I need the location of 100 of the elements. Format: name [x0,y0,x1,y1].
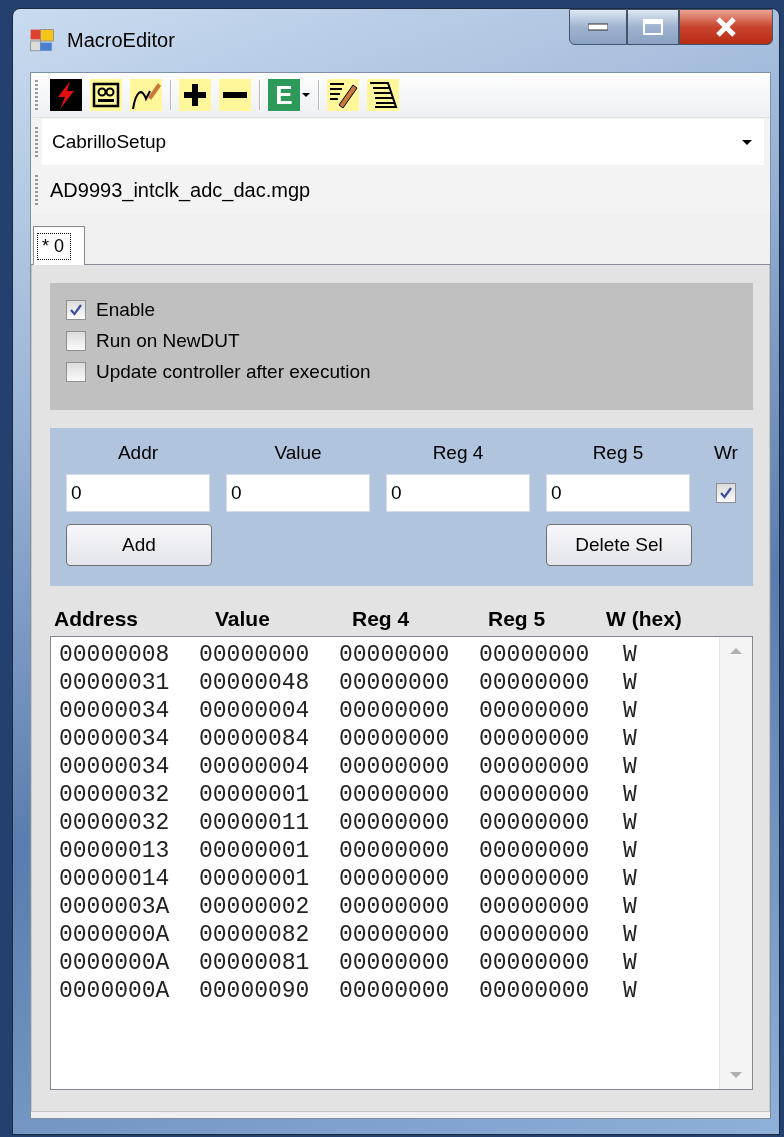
list-cell-text: W [622,669,637,697]
list-cell-text: 00000000 [479,837,591,865]
column-header: Address [54,607,140,631]
list-cell-text: 00000011 [199,809,311,837]
list-cell-text: 00000000 [199,641,311,669]
list-cell-text: W [622,893,637,921]
list-cell-text: 00000014 [59,865,171,893]
checkbox[interactable] [716,483,736,503]
plus-icon [179,79,211,111]
setup-dropdown[interactable]: CabrilloSetup [42,119,764,165]
toolbar-button[interactable] [327,79,359,111]
input-field[interactable]: 0 [386,474,530,512]
caret-icon [742,139,752,145]
list-cell-text: 00000000 [339,697,451,725]
input-field[interactable]: 0 [226,474,370,512]
scrollbar[interactable] [719,637,752,1089]
list-cell-text: 00000000 [339,893,451,921]
list-cell-text: 00000000 [479,669,591,697]
list-cell-text: 00000031 [59,669,171,697]
list-cell-text: 00000001 [199,865,311,893]
list-cell-text: 0000000A [59,921,171,949]
list-cell-text: 00000000 [479,893,591,921]
list-cell-text: 00000000 [339,977,451,1005]
app-icon [29,27,55,54]
field-label: Value [273,442,323,465]
list-cell-text: 00000000 [339,865,451,893]
list-cell-text: 00000034 [59,697,171,725]
maximize-button[interactable] [627,9,679,45]
minimize-icon [588,23,608,31]
checkbox-label: Run on NewDUT [96,330,240,352]
list-cell-text: 00000004 [199,753,311,781]
register-list[interactable] [50,636,753,1090]
list-cell-text: 0000003A [59,893,171,921]
list-cell-text: 00000000 [479,781,591,809]
list-cell-text: 00000000 [339,641,451,669]
list-cell-text: W [622,753,637,781]
close-button[interactable] [679,9,773,45]
input-field[interactable]: 0 [546,474,690,512]
column-header: Value [215,607,271,631]
tab[interactable]: * 0 [33,226,86,265]
toolbar-button[interactable] [367,79,399,111]
pen-curve-icon [130,79,162,111]
maximize-icon [643,19,663,35]
list-cell-text: 00000034 [59,725,171,753]
column-header: W (hex) [606,607,683,631]
list-cell-text: 00000000 [339,725,451,753]
field-label: Addr [116,442,160,465]
list-cell-text: 00000000 [339,949,451,977]
document-lines-icon [367,79,399,111]
file-name: AD9993_intclk_adc_dac.mgp [50,178,311,202]
list-cell-text: 00000002 [199,893,311,921]
list-cell-text: 00000000 [479,641,591,669]
caret-icon [302,93,310,97]
list-cell-text: W [622,697,637,725]
checkbox[interactable] [66,300,86,320]
toolbar-button[interactable] [90,79,122,111]
list-cell-text: 00000001 [199,837,311,865]
lightning-icon [50,79,82,111]
chip-icon [90,79,122,111]
list-cell-text: 00000048 [199,669,311,697]
input-field[interactable]: 0 [66,474,210,512]
list-cell-text: W [622,949,637,977]
toolbar-button[interactable] [179,79,211,111]
action-button[interactable]: Add [66,524,212,566]
list-cell-text: 00000000 [479,921,591,949]
checkbox-label: Enable [96,299,156,321]
scroll-up-icon [730,647,742,655]
list-cell-text: 00000032 [59,781,171,809]
minimize-button[interactable] [569,9,627,45]
list-cell-text: W [622,977,637,1005]
toolbar-button[interactable] [219,79,251,111]
list-cell-text: W [622,865,637,893]
list-cell-text: 00000000 [339,921,451,949]
checkbox[interactable] [66,362,86,382]
list-cell-text: 00000013 [59,837,171,865]
list-pen-icon [327,79,359,111]
minus-icon [219,79,251,111]
field-label: Wr [713,442,739,465]
list-cell-text: 00000000 [339,809,451,837]
list-cell-text: 00000032 [59,809,171,837]
list-cell-text: 00000090 [199,977,311,1005]
window-title: MacroEditor [67,29,175,52]
list-cell-text: 00000084 [199,725,311,753]
column-header: Reg 5 [488,607,547,631]
list-cell-text: 00000000 [339,781,451,809]
list-cell-text: 00000000 [479,725,591,753]
list-cell-text: 00000000 [479,949,591,977]
list-cell-text: 00000000 [339,753,451,781]
list-cell-text: W [622,641,637,669]
toolbar-button[interactable] [130,79,162,111]
list-cell-text: 00000000 [479,809,591,837]
list-cell-text: W [622,837,637,865]
list-cell-text: W [622,725,637,753]
list-cell-text: 00000008 [59,641,171,669]
list-cell-text: 00000000 [339,669,451,697]
list-cell-text: 00000082 [199,921,311,949]
scroll-down-icon [730,1071,742,1079]
list-cell-text: 00000004 [199,697,311,725]
checkbox[interactable] [66,331,86,351]
action-button[interactable]: Delete Sel [546,524,692,566]
